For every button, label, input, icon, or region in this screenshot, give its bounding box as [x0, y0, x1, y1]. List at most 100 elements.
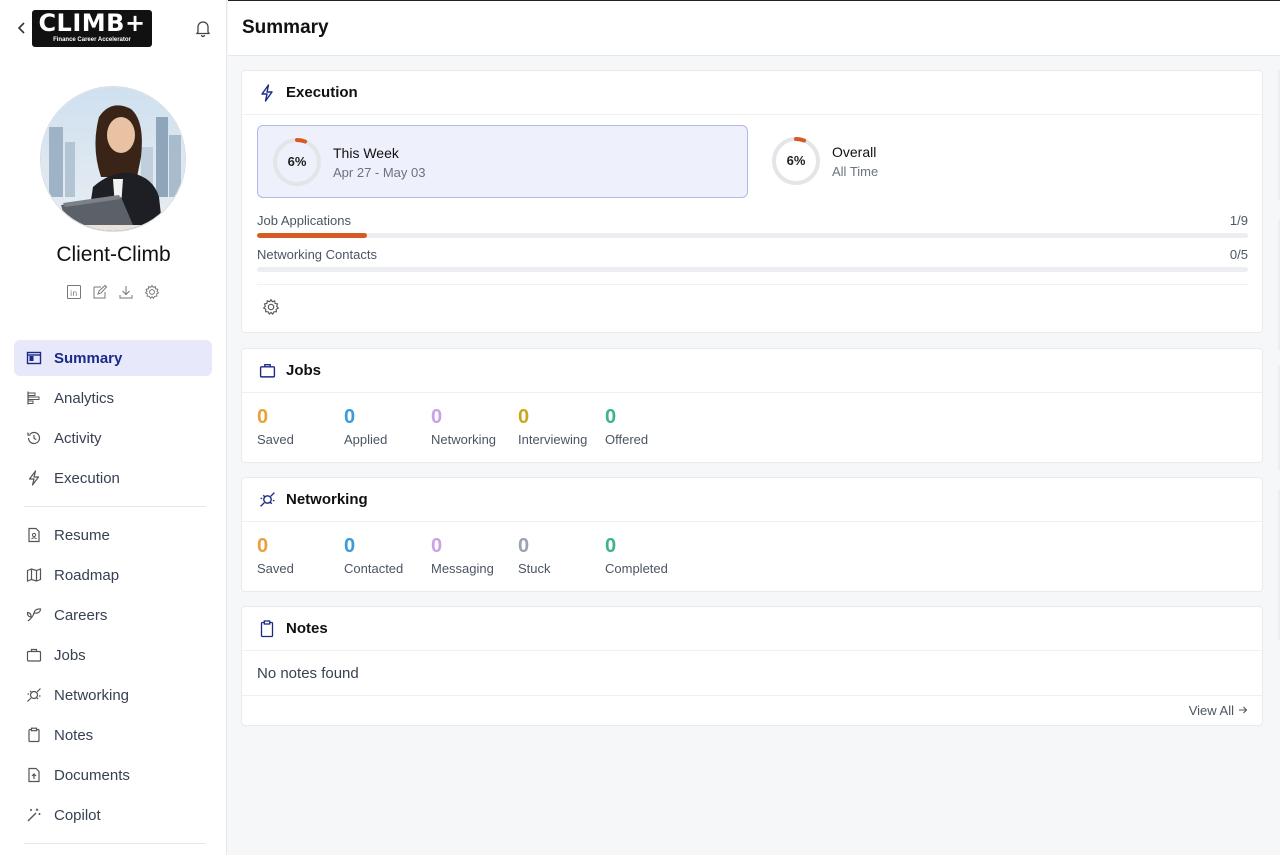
- document-upload-icon: [26, 767, 42, 783]
- sidebar-item-label: Execution: [54, 469, 120, 487]
- sidebar-item-networking[interactable]: Networking: [14, 677, 212, 713]
- sidebar-item-resume[interactable]: Resume: [14, 517, 212, 553]
- this-week-range: Apr 27 - May 03: [333, 165, 426, 180]
- sidebar-item-execution[interactable]: Execution: [14, 460, 212, 496]
- progress-value: 0/5: [1229, 247, 1248, 262]
- sidebar-item-documents[interactable]: Documents: [14, 757, 212, 793]
- page-header: Summary: [228, 0, 1280, 56]
- notes-title: Notes: [286, 620, 328, 637]
- jobs-title: Jobs: [286, 362, 322, 379]
- stat-value: 0: [518, 406, 530, 428]
- execution-card: Execution 6% This Week Apr 27 - May 03 6…: [241, 70, 1263, 333]
- jobs-stat-applied[interactable]: 0 Applied: [344, 406, 431, 447]
- stat-value: 0: [431, 406, 443, 428]
- sidebar-nav: Summary Analytics Activity Execution Res…: [14, 340, 212, 854]
- notes-card-header: Notes: [242, 607, 1262, 651]
- history-icon: [26, 430, 42, 446]
- progress-label: Job Applications: [257, 213, 351, 228]
- sidebar-item-label: Roadmap: [54, 566, 120, 584]
- jobs-stat-interviewing[interactable]: 0 Interviewing: [518, 406, 605, 447]
- stat-value: 0: [605, 406, 617, 428]
- networking-stat-contacted[interactable]: 0 Contacted: [344, 535, 431, 576]
- sidebar-item-summary[interactable]: Summary: [14, 340, 212, 376]
- stat-label: Completed: [605, 561, 668, 576]
- sidebar-item-label: Jobs: [54, 646, 86, 664]
- lightning-icon: [26, 470, 42, 486]
- stat-label: Saved: [257, 432, 294, 447]
- gear-icon[interactable]: [262, 298, 280, 316]
- stat-label: Applied: [344, 432, 388, 447]
- plug-icon: [258, 491, 276, 509]
- chevron-left-icon[interactable]: [14, 19, 30, 37]
- networking-stat-saved[interactable]: 0 Saved: [257, 535, 344, 576]
- briefcase-icon: [26, 647, 42, 663]
- briefcase-icon: [258, 362, 276, 380]
- jobs-stats: 0 Saved 0 Applied 0 Networking 0 Intervi…: [257, 406, 692, 447]
- networking-title: Networking: [286, 491, 368, 508]
- networking-stat-messaging[interactable]: 0 Messaging: [431, 535, 518, 576]
- networking-stat-stuck[interactable]: 0 Stuck: [518, 535, 605, 576]
- profile-actions: in: [65, 283, 160, 300]
- stat-value: 0: [518, 535, 530, 557]
- sidebar-item-careers[interactable]: Careers: [14, 597, 212, 633]
- networking-stat-completed[interactable]: 0 Completed: [605, 535, 692, 576]
- this-week-title: This Week: [333, 145, 399, 161]
- svg-text:in: in: [70, 289, 77, 298]
- sidebar-item-label: Notes: [54, 726, 94, 744]
- jobs-stat-offered[interactable]: 0 Offered: [605, 406, 692, 447]
- divider: [257, 284, 1248, 285]
- execution-card-header: Execution: [242, 71, 1262, 115]
- edit-icon[interactable]: [91, 283, 108, 300]
- jobs-stat-saved[interactable]: 0 Saved: [257, 406, 344, 447]
- sidebar-item-label: Activity: [54, 429, 102, 447]
- sidebar-item-label: Documents: [54, 766, 130, 784]
- logo[interactable]: CLIMB+ Finance Career Accelerator: [32, 10, 152, 47]
- linkedin-icon[interactable]: in: [65, 283, 82, 300]
- notes-card: Notes No notes found View All: [241, 606, 1263, 726]
- overall-percent: 6%: [786, 153, 806, 168]
- divider: [242, 695, 1262, 696]
- sidebar-item-label: Networking: [54, 686, 130, 704]
- plug-icon: [26, 687, 42, 703]
- sidebar-item-activity[interactable]: Activity: [14, 420, 212, 456]
- view-all-link[interactable]: View All: [1189, 703, 1248, 718]
- sidebar-item-notes[interactable]: Notes: [14, 717, 212, 753]
- sidebar-item-label: Copilot: [54, 806, 101, 824]
- stat-label: Messaging: [431, 561, 494, 576]
- stat-label: Interviewing: [518, 432, 588, 447]
- resume-icon: [26, 527, 42, 543]
- networking-stats: 0 Saved 0 Contacted 0 Messaging 0 Stuck …: [257, 535, 692, 576]
- bell-icon[interactable]: [193, 18, 213, 38]
- this-week-summary[interactable]: 6% This Week Apr 27 - May 03: [257, 125, 748, 198]
- sidebar: CLIMB+ Finance Career Accelerator Client…: [0, 0, 227, 855]
- settings-icon[interactable]: [143, 283, 160, 300]
- jobs-card-header: Jobs: [242, 349, 1262, 393]
- sidebar-item-jobs[interactable]: Jobs: [14, 637, 212, 673]
- stat-label: Networking: [431, 432, 497, 447]
- stat-label: Contacted: [344, 561, 404, 576]
- summary-icon: [26, 350, 42, 366]
- sidebar-item-roadmap[interactable]: Roadmap: [14, 557, 212, 593]
- overall-range: All Time: [832, 164, 879, 179]
- networking-card: Networking 0 Saved 0 Contacted 0 Messagi…: [241, 477, 1263, 592]
- avatar[interactable]: [40, 86, 186, 232]
- networking-card-header: Networking: [242, 478, 1262, 522]
- stat-value: 0: [431, 535, 443, 557]
- sidebar-item-copilot[interactable]: Copilot: [14, 797, 212, 833]
- stat-value: 0: [257, 406, 269, 428]
- jobs-stat-networking[interactable]: 0 Networking: [431, 406, 518, 447]
- sidebar-item-analytics[interactable]: Analytics: [14, 380, 212, 416]
- sidebar-item-label: Analytics: [54, 389, 115, 407]
- view-all-label: View All: [1188, 703, 1234, 718]
- logo-text: CLIMB+: [38, 9, 146, 37]
- progress-fill: [257, 233, 367, 238]
- progress-track: [257, 267, 1248, 272]
- lightning-icon: [258, 83, 276, 102]
- sidebar-header: CLIMB+ Finance Career Accelerator: [0, 0, 227, 56]
- progress-label: Networking Contacts: [257, 247, 377, 262]
- overall-summary[interactable]: 6% Overall All Time: [757, 125, 1057, 198]
- networking-contacts-progress: Networking Contacts 0/5: [257, 247, 1248, 272]
- notes-empty-message: No notes found: [257, 665, 359, 682]
- download-icon[interactable]: [117, 283, 134, 300]
- clipboard-icon: [258, 619, 276, 638]
